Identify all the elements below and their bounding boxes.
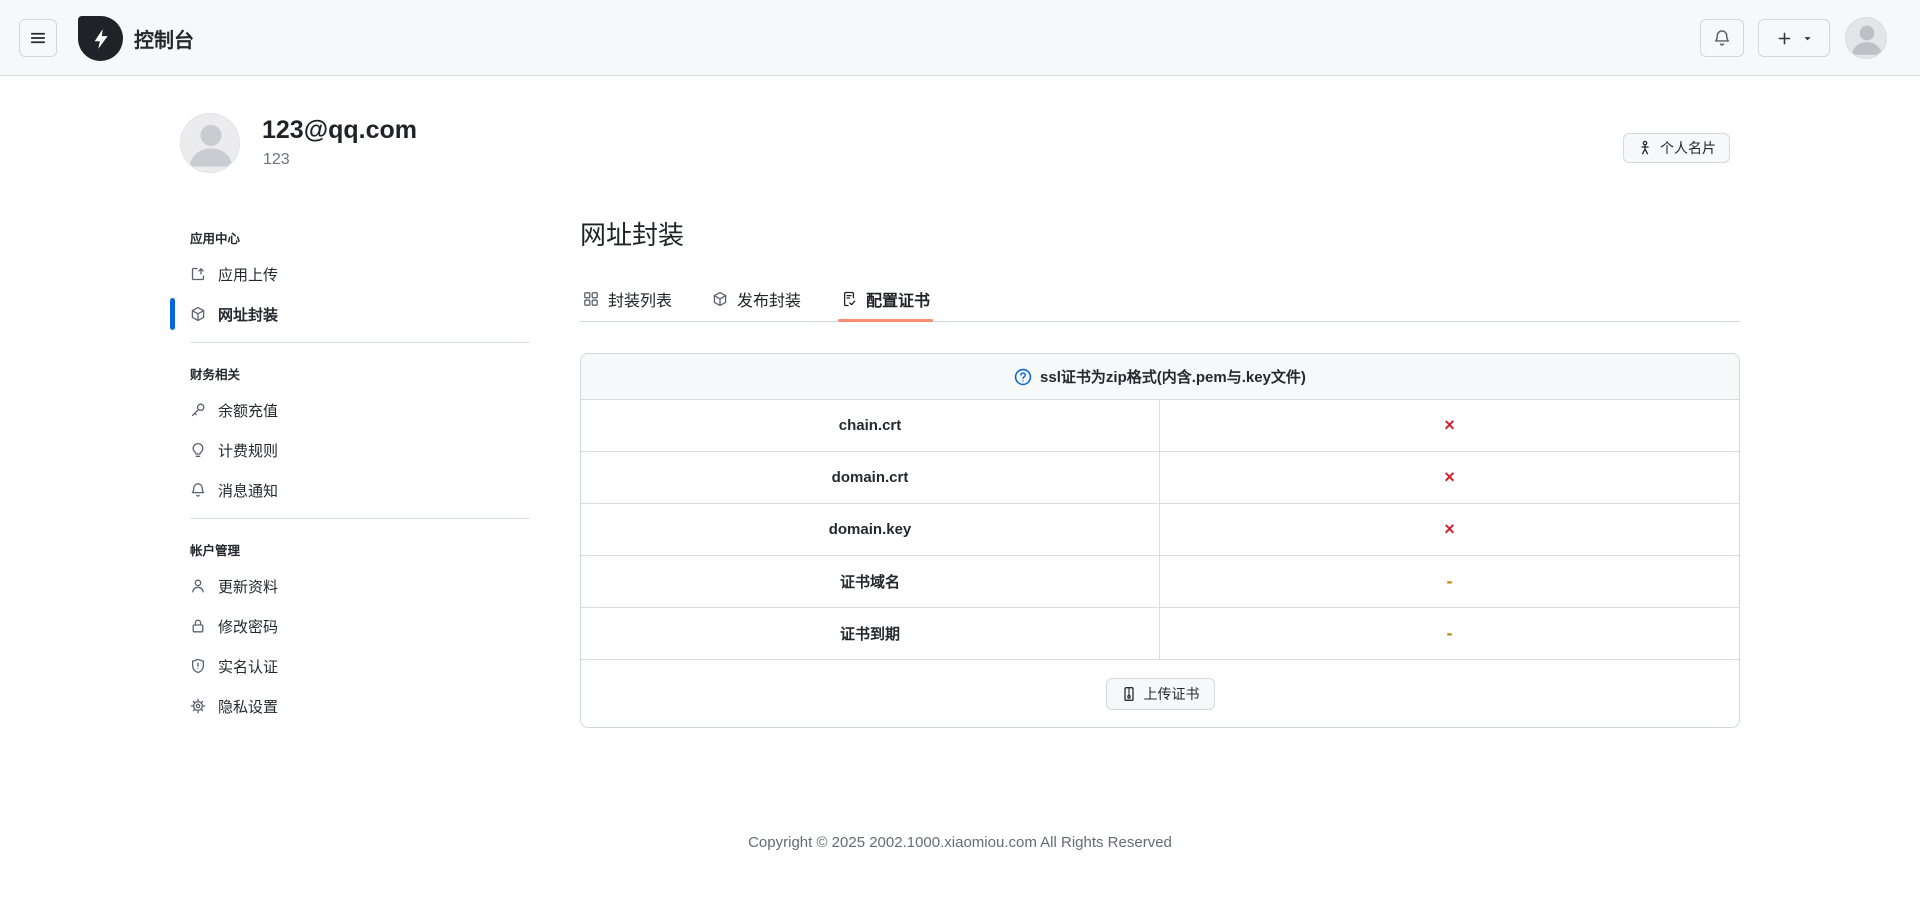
sidebar-item-identity-verification[interactable]: 实名认证: [170, 648, 530, 684]
row-status: ×: [1444, 467, 1455, 487]
row-status: ×: [1444, 415, 1455, 435]
notifications-button[interactable]: [1700, 19, 1744, 57]
certificate-notice: ssl证书为zip格式(内含.pem与.key文件): [581, 354, 1739, 399]
tab-label: 封装列表: [608, 293, 673, 310]
user-avatar[interactable]: [1845, 17, 1887, 59]
sidebar: 应用中心 应用上传 网址封装 财务相关 余额充值 计费规则 消息通知 帐户管理: [170, 226, 530, 728]
upload-certificate-label: 上传证书: [1143, 685, 1200, 702]
personal-card-label: 个人名片: [1660, 140, 1716, 156]
upload-certificate-button[interactable]: 上传证书: [1105, 677, 1215, 710]
row-label: domain.crt: [581, 452, 1160, 503]
tab-configure-certificate[interactable]: 配置证书: [838, 277, 934, 322]
sidebar-section-app-center: 应用中心: [190, 232, 241, 246]
person-card-icon: [1641, 140, 1649, 155]
sidebar-item-url-package[interactable]: 网址封装: [170, 296, 530, 332]
bell-icon: [1714, 30, 1730, 46]
sidebar-section-account: 帐户管理: [190, 544, 241, 558]
panel-footer: 上传证书: [581, 659, 1739, 727]
app-logo: [78, 16, 123, 61]
tab-label: 配置证书: [866, 293, 931, 310]
plus-icon: [1778, 32, 1790, 44]
person-silhouette-icon: [1851, 25, 1883, 55]
table-row: domain.crt ×: [581, 451, 1739, 503]
certificate-notice-text: ssl证书为zip格式(内含.pem与.key文件): [1040, 369, 1306, 386]
main-content: 网址封装 封装列表 发布封装 配置证书 ssl证书为zip格式(内含.pem与.…: [580, 218, 1740, 728]
row-status: -: [1446, 571, 1453, 591]
apps-icon: [584, 292, 598, 306]
lightning-bolt-icon: [94, 28, 108, 49]
sidebar-item-label: 计费规则: [218, 442, 279, 460]
copyright: Copyright © 2025 2002.1000.xiaomiou.com …: [748, 834, 1172, 851]
row-status: ×: [1444, 519, 1455, 539]
sidebar-divider: [190, 518, 530, 519]
row-label: domain.key: [581, 504, 1160, 555]
menu-button[interactable]: [19, 19, 57, 57]
caret-down-icon: [1803, 36, 1811, 40]
personal-card-button[interactable]: 个人名片: [1623, 133, 1730, 163]
sidebar-item-label: 网址封装: [218, 306, 279, 324]
lightbulb-icon: [192, 443, 204, 457]
bell-icon: [191, 483, 205, 497]
topbar: 控制台: [0, 0, 1920, 76]
sidebar-item-label: 实名认证: [218, 658, 279, 676]
sidebar-item-label: 余额充值: [218, 402, 279, 420]
gear-icon: [190, 698, 206, 714]
package-icon: [713, 291, 727, 307]
sidebar-item-label: 修改密码: [218, 618, 279, 636]
page-title: 网址封装: [580, 220, 685, 250]
table-row: 证书到期 -: [581, 607, 1739, 659]
create-new-button[interactable]: [1758, 19, 1830, 57]
person-icon: [192, 579, 204, 593]
sidebar-item-billing-rules[interactable]: 计费规则: [170, 432, 530, 468]
row-label: chain.crt: [581, 400, 1160, 451]
sidebar-item-label: 隐私设置: [218, 698, 279, 716]
package-icon: [191, 306, 205, 322]
app-title: 控制台: [134, 29, 194, 52]
sidebar-item-balance-recharge[interactable]: 余额充值: [170, 392, 530, 428]
profile-username: 123: [263, 151, 290, 168]
row-label: 证书域名: [581, 556, 1160, 607]
certificate-panel: ssl证书为zip格式(内含.pem与.key文件) chain.crt × d…: [580, 353, 1740, 728]
hamburger-icon: [30, 32, 46, 44]
upload-icon: [191, 267, 205, 281]
file-check-icon: [843, 291, 856, 307]
profile-email: 123@qq.com: [262, 116, 417, 144]
sidebar-item-app-upload[interactable]: 应用上传: [170, 256, 530, 292]
person-silhouette-icon: [189, 124, 233, 167]
row-status: -: [1446, 623, 1453, 643]
zip-file-icon: [1123, 686, 1134, 701]
sidebar-item-notifications[interactable]: 消息通知: [170, 472, 530, 508]
sidebar-divider: [190, 342, 530, 343]
table-row: 证书域名 -: [581, 555, 1739, 607]
profile-avatar: [180, 113, 240, 173]
table-row: domain.key ×: [581, 503, 1739, 555]
shield-icon: [191, 658, 205, 674]
tab-bar: 封装列表 发布封装 配置证书: [580, 277, 1740, 322]
sidebar-item-privacy-settings[interactable]: 隐私设置: [170, 688, 530, 724]
sidebar-item-label: 应用上传: [218, 266, 279, 284]
tab-label: 发布封装: [737, 293, 802, 310]
row-label: 证书到期: [581, 608, 1160, 659]
sidebar-item-label: 更新资料: [218, 578, 279, 596]
tab-publish-package[interactable]: 发布封装: [709, 277, 804, 321]
tab-package-list[interactable]: 封装列表: [580, 277, 675, 321]
key-icon: [191, 403, 205, 417]
question-circle-icon[interactable]: [1014, 368, 1032, 386]
sidebar-section-finance: 财务相关: [190, 368, 241, 382]
lock-icon: [192, 619, 204, 633]
sidebar-item-change-password[interactable]: 修改密码: [170, 608, 530, 644]
table-row: chain.crt ×: [581, 399, 1739, 451]
sidebar-item-update-profile[interactable]: 更新资料: [170, 568, 530, 604]
sidebar-item-label: 消息通知: [218, 482, 279, 500]
